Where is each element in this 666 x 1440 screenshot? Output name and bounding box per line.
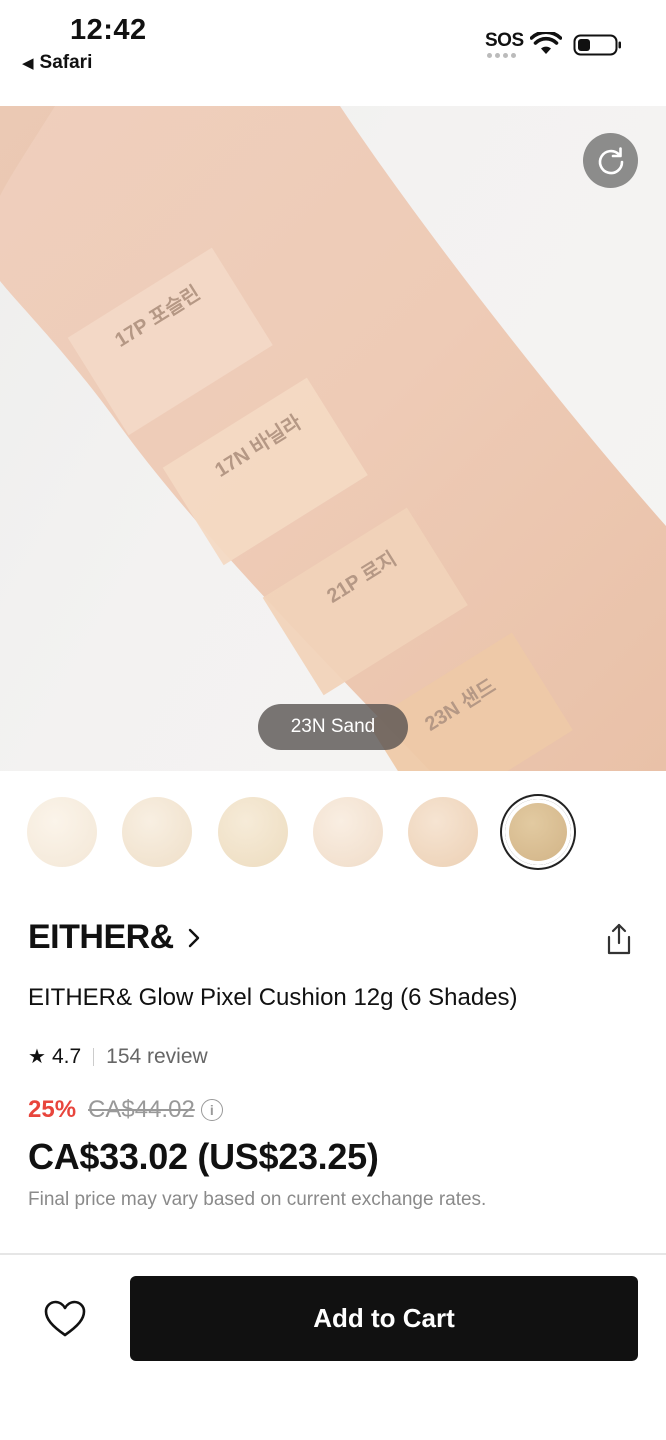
status-bar: 12:42 ◀ Safari SOS [0,0,666,106]
rating-value: 4.7 [51,1044,82,1068]
wifi-icon [530,32,562,54]
wishlist-button[interactable] [38,1294,92,1344]
status-time: 12:42 [70,14,147,46]
shade-swatch[interactable] [122,797,192,867]
star-icon: ★ [28,1046,46,1068]
exchange-rate-note: Final price may vary based on current ex… [28,1189,487,1210]
discount-percent: 25% [28,1096,77,1123]
signal-dots-icon [487,53,516,58]
back-app-label: Safari [39,52,93,73]
refresh-button[interactable] [583,133,638,188]
selected-shade-badge: 23N Sand [258,704,408,750]
refresh-icon [598,146,623,174]
shade-selector [0,771,666,891]
product-title: EITHER& Glow Pixel Cushion 12g (6 Shades… [28,984,518,1011]
share-icon[interactable] [604,922,634,956]
back-triangle-icon: ◀ [22,55,34,72]
discount-row: 25% CA$44.02 i [28,1096,223,1124]
rating-divider [93,1047,95,1066]
divider [0,1253,666,1255]
add-to-cart-button[interactable]: Add to Cart [130,1276,638,1361]
review-count: 154 review [106,1044,208,1068]
shade-swatch[interactable] [313,797,383,867]
chevron-right-icon [188,928,199,947]
brand-name: EITHER& [28,918,174,956]
original-price: CA$44.02 [88,1096,195,1123]
shade-swatch[interactable] [27,797,97,867]
heart-icon [44,1300,86,1337]
sos-indicator: SOS [485,30,524,51]
back-to-safari-link[interactable]: ◀ Safari [22,52,92,74]
product-image[interactable]: 17P 포슬린 17N 바닐라 21P 로지 23N 샌드 23N Sand [0,106,666,771]
shade-swatch[interactable] [218,797,288,867]
shade-swatch-selected[interactable] [505,799,571,865]
current-price: CA$33.02 (US$23.25) [28,1136,379,1177]
info-icon[interactable]: i [200,1099,223,1121]
rating-row[interactable]: ★ 4.7 154 review [28,1044,208,1069]
brand-link[interactable]: EITHER& [28,918,202,957]
shade-swatch[interactable] [408,797,478,867]
arm-swatch-illustration [0,106,666,771]
battery-icon [573,34,621,56]
